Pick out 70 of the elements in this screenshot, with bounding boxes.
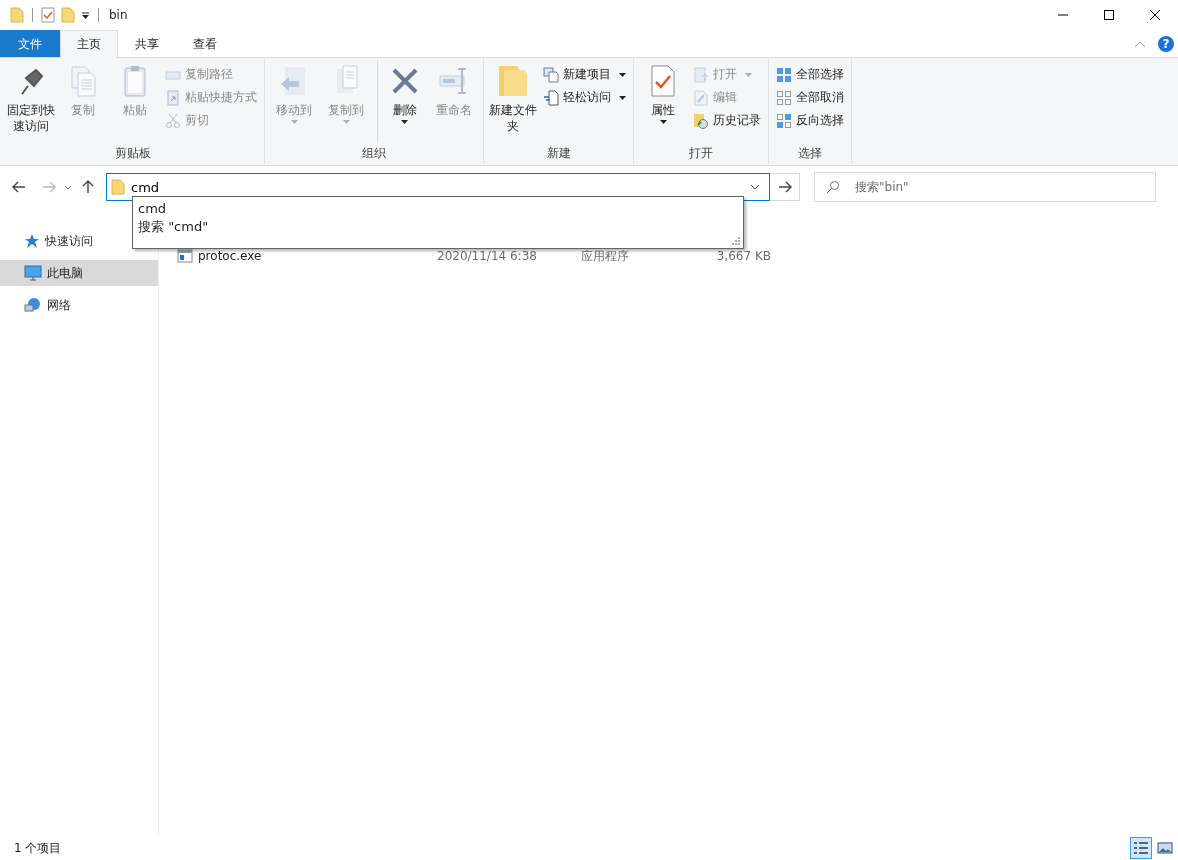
empty-grid-icon [776, 89, 792, 106]
ribbon-button[interactable]: 属性 [638, 60, 688, 143]
folder-icon [111, 179, 125, 195]
edit-icon [693, 89, 709, 106]
new-item-icon [543, 66, 559, 83]
ribbon-group-label: 组织 [361, 145, 387, 162]
item-count: 1 个项目 [14, 839, 62, 857]
window-title: bin [109, 8, 128, 22]
caret-icon [745, 72, 752, 77]
help-button[interactable]: ? [1158, 35, 1174, 52]
ribbon-button[interactable]: 反向选择 [773, 110, 847, 131]
go-button[interactable] [770, 173, 800, 201]
ribbon-button[interactable]: 固定到快速访问 [6, 60, 56, 143]
size-cell-text: 3,667 KB [715, 249, 771, 263]
file-name: protoc.exe [198, 249, 262, 263]
ribbon-group-label: 选择 [797, 145, 823, 162]
folder-icon [10, 7, 24, 23]
ribbon-button[interactable]: 全部取消 [773, 87, 847, 108]
details-view-icon [1133, 841, 1149, 855]
folder-icon [496, 64, 530, 98]
network-icon [24, 297, 42, 313]
ribbon-tab[interactable]: 文件 [0, 30, 60, 57]
shortcut-icon [165, 89, 181, 106]
file-name-cell[interactable]: protoc.exe [177, 249, 437, 263]
chevron-down-icon[interactable] [750, 184, 760, 190]
document-icon [543, 89, 559, 106]
properties-icon[interactable] [41, 7, 55, 23]
back-arrow-icon[interactable] [12, 181, 26, 193]
search-field[interactable]: 搜索"bin" [814, 172, 1156, 202]
ribbon-button[interactable]: 全部选择 [773, 64, 847, 85]
maximize-icon [1103, 9, 1115, 21]
monitor-icon [24, 265, 42, 281]
ribbon-group-label: 新建 [545, 145, 572, 162]
caret-icon [619, 72, 626, 77]
ribbon-button[interactable]: 新建项目 [540, 64, 629, 85]
date-cell-text: 2020/11/14 6:38 [437, 249, 538, 263]
caret-icon [342, 120, 350, 124]
picture-icon [1157, 841, 1173, 855]
search-icon [826, 180, 840, 194]
details-view-button[interactable] [1130, 837, 1152, 859]
right-arrow-icon [777, 181, 792, 193]
caret-icon [401, 120, 408, 124]
nav-item[interactable]: 网络 [0, 292, 158, 318]
caret-icon[interactable] [81, 10, 90, 20]
collapse-ribbon-icon[interactable] [1134, 39, 1146, 48]
ribbon-button[interactable]: 删除 [377, 60, 427, 143]
caret-icon [659, 120, 667, 124]
grid-icon [776, 112, 792, 129]
suggestion-item[interactable]: cmd [138, 200, 738, 218]
ribbon-tab[interactable]: 主页 [60, 30, 118, 58]
history-icon [693, 112, 709, 129]
suggestion-item[interactable]: 搜索 "cmd" [138, 218, 738, 236]
resize-grip-icon[interactable] [732, 237, 740, 245]
ribbon-tab[interactable]: 查看 [176, 30, 234, 57]
caret-icon [290, 120, 298, 124]
caret-icon [619, 95, 626, 100]
up-arrow-icon[interactable] [82, 180, 94, 194]
ribbon-button[interactable]: 新建文件夹 [488, 60, 538, 143]
ribbon-tab[interactable]: 共享 [118, 30, 176, 57]
star-icon [24, 233, 40, 249]
close-icon [1149, 9, 1161, 21]
ribbon-group-label: 剪贴板 [114, 145, 152, 162]
type-cell-text: 应用程序 [581, 247, 630, 265]
ribbon-group-label: 打开 [688, 145, 714, 162]
ribbon-button[interactable]: 历史记录 [690, 110, 764, 131]
scissors-icon [165, 112, 181, 129]
chevron-down-icon[interactable] [64, 184, 72, 190]
ribbon-button[interactable]: 轻松访问 [540, 87, 629, 108]
grid-icon [776, 66, 792, 83]
nav-item[interactable]: 此电脑 [0, 260, 158, 286]
